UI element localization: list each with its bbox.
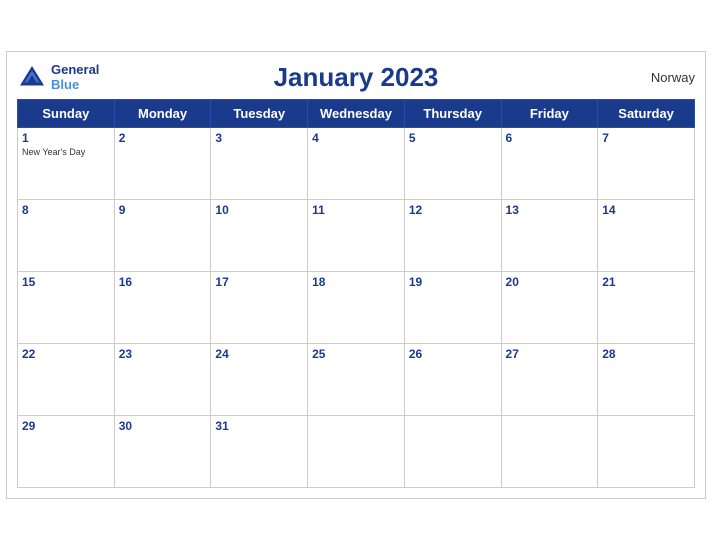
day-number: 9 [119, 203, 207, 217]
day-number: 7 [602, 131, 690, 145]
calendar-cell [404, 416, 501, 488]
calendar-cell [598, 416, 695, 488]
generalblue-logo-icon [17, 63, 47, 93]
day-number: 6 [506, 131, 594, 145]
day-number: 4 [312, 131, 400, 145]
calendar-cell: 28 [598, 344, 695, 416]
calendar-cell: 1 New Year's Day [18, 128, 115, 200]
calendar-header: General Blue January 2023 Norway [17, 62, 695, 93]
calendar-cell: 16 [114, 272, 211, 344]
holiday-label: New Year's Day [22, 147, 110, 157]
calendar-cell: 14 [598, 200, 695, 272]
calendar-cell: 10 [211, 200, 308, 272]
day-number: 26 [409, 347, 497, 361]
calendar-thead: Sunday Monday Tuesday Wednesday Thursday… [18, 100, 695, 128]
calendar-wrapper: General Blue January 2023 Norway Sunday … [6, 51, 706, 499]
week-row-1: 1 New Year's Day 234567 [18, 128, 695, 200]
calendar-cell: 25 [308, 344, 405, 416]
calendar-table: Sunday Monday Tuesday Wednesday Thursday… [17, 99, 695, 488]
weekday-header-row: Sunday Monday Tuesday Wednesday Thursday… [18, 100, 695, 128]
day-number: 20 [506, 275, 594, 289]
calendar-cell: 5 [404, 128, 501, 200]
header-tuesday: Tuesday [211, 100, 308, 128]
day-number: 3 [215, 131, 303, 145]
header-sunday: Sunday [18, 100, 115, 128]
day-number: 8 [22, 203, 110, 217]
day-number: 11 [312, 203, 400, 217]
week-row-4: 22 23 24 25 26 27 28 [18, 344, 695, 416]
week-row-5: 29 30 31 [18, 416, 695, 488]
day-number: 18 [312, 275, 400, 289]
day-number: 29 [22, 419, 110, 433]
calendar-cell: 23 [114, 344, 211, 416]
header-monday: Monday [114, 100, 211, 128]
calendar-cell: 2 [114, 128, 211, 200]
day-number: 21 [602, 275, 690, 289]
day-number: 17 [215, 275, 303, 289]
day-number: 19 [409, 275, 497, 289]
calendar-body: 1New Year's Day2345678910111213141516171… [18, 128, 695, 488]
calendar-cell [308, 416, 405, 488]
calendar-cell: 6 [501, 128, 598, 200]
day-number: 31 [215, 419, 303, 433]
day-number: 14 [602, 203, 690, 217]
calendar-cell: 18 [308, 272, 405, 344]
day-number: 15 [22, 275, 110, 289]
day-number: 10 [215, 203, 303, 217]
calendar-cell: 26 [404, 344, 501, 416]
calendar-cell: 27 [501, 344, 598, 416]
calendar-cell: 22 [18, 344, 115, 416]
calendar-title: January 2023 [274, 62, 439, 93]
day-number: 28 [602, 347, 690, 361]
logo-text: General Blue [51, 63, 99, 92]
day-number: 16 [119, 275, 207, 289]
country-label: Norway [651, 70, 695, 85]
calendar-cell: 30 [114, 416, 211, 488]
day-number: 12 [409, 203, 497, 217]
calendar-cell: 19 [404, 272, 501, 344]
calendar-cell: 4 [308, 128, 405, 200]
day-number: 13 [506, 203, 594, 217]
day-number: 1 [22, 131, 110, 145]
calendar-cell: 17 [211, 272, 308, 344]
calendar-cell: 20 [501, 272, 598, 344]
day-number: 25 [312, 347, 400, 361]
calendar-cell: 13 [501, 200, 598, 272]
header-saturday: Saturday [598, 100, 695, 128]
week-row-3: 15 16 17 18 19 20 21 [18, 272, 695, 344]
calendar-cell: 31 [211, 416, 308, 488]
calendar-cell: 15 [18, 272, 115, 344]
day-number: 23 [119, 347, 207, 361]
header-wednesday: Wednesday [308, 100, 405, 128]
calendar-cell: 29 [18, 416, 115, 488]
day-number: 2 [119, 131, 207, 145]
header-thursday: Thursday [404, 100, 501, 128]
day-number: 22 [22, 347, 110, 361]
header-friday: Friday [501, 100, 598, 128]
calendar-cell: 8 [18, 200, 115, 272]
day-number: 27 [506, 347, 594, 361]
calendar-cell [501, 416, 598, 488]
calendar-cell: 21 [598, 272, 695, 344]
calendar-cell: 7 [598, 128, 695, 200]
week-row-2: 89 10 11 12 13 14 [18, 200, 695, 272]
calendar-cell: 3 [211, 128, 308, 200]
day-number: 24 [215, 347, 303, 361]
day-number: 5 [409, 131, 497, 145]
calendar-cell: 12 [404, 200, 501, 272]
calendar-cell: 9 [114, 200, 211, 272]
day-number: 30 [119, 419, 207, 433]
logo-area: General Blue [17, 63, 99, 93]
calendar-cell: 11 [308, 200, 405, 272]
calendar-cell: 24 [211, 344, 308, 416]
